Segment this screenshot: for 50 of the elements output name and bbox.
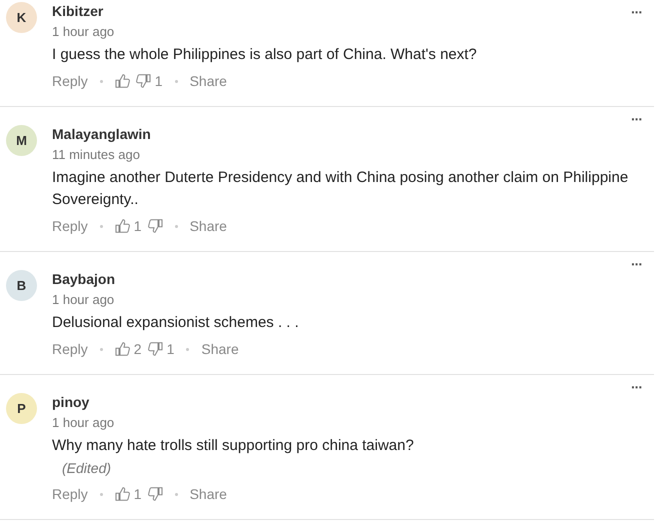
thumbs-down-icon	[148, 341, 163, 357]
dislike-button[interactable]	[148, 218, 163, 234]
reply-link[interactable]: Reply	[52, 215, 88, 237]
share-link[interactable]: Share	[190, 70, 227, 92]
avatar: M	[6, 125, 37, 156]
like-button[interactable]: 1	[114, 215, 142, 237]
reply-link[interactable]: Reply	[52, 483, 88, 505]
thumbs-up-icon	[114, 341, 130, 357]
thumbs-up-icon	[114, 73, 130, 89]
comment-text: Imagine another Duterte Presidency and with China posing another claim on Philippine Sovereignty..	[52, 168, 630, 210]
timestamp: 11 minutes ago	[52, 146, 140, 164]
dislike-button[interactable]: 1	[136, 70, 163, 92]
share-link[interactable]: Share	[190, 215, 227, 237]
author-name: pinoy	[52, 393, 90, 411]
avatar: B	[6, 270, 37, 301]
author-name: Kibitzer	[52, 2, 104, 20]
comment-text: Why many hate trolls still supporting pro china taiwan?	[52, 436, 415, 456]
thumbs-up-icon	[114, 218, 130, 234]
thumbs-up-icon	[114, 486, 130, 502]
dislike-count: 1	[166, 340, 174, 359]
timestamp: 1 hour ago	[52, 291, 114, 309]
thumbs-down-icon	[148, 218, 163, 234]
timestamp: 1 hour ago	[52, 23, 114, 41]
share-link[interactable]: Share	[190, 483, 227, 505]
avatar: K	[6, 2, 37, 33]
reply-link[interactable]: Reply	[52, 70, 88, 92]
dislike-count: 1	[154, 72, 163, 91]
more-options-button[interactable]: ···	[631, 111, 642, 127]
avatar: P	[6, 393, 37, 424]
more-options-button[interactable]: ···	[631, 379, 642, 395]
like-count: 1	[134, 217, 142, 236]
reply-link[interactable]: Reply	[52, 338, 88, 360]
comment-text: Delusional expansionist schemes . . .	[52, 313, 300, 333]
like-button[interactable]: 1	[114, 483, 142, 505]
dislike-button[interactable]: 1	[148, 338, 174, 360]
timestamp: 1 hour ago	[52, 414, 114, 432]
more-options-button[interactable]: ···	[631, 4, 642, 20]
thumbs-down-icon	[136, 73, 151, 89]
like-count: 1	[134, 485, 142, 504]
author-name: Malayanglawin	[52, 125, 151, 143]
comment-text: I guess the whole Philippines is also part of China. What's next?	[52, 45, 478, 65]
author-name: Baybajon	[52, 270, 116, 288]
thumbs-down-icon	[148, 486, 163, 502]
edited-label: (Edited)	[62, 459, 112, 478]
like-button[interactable]: 2	[114, 338, 142, 360]
like-button[interactable]	[114, 73, 130, 89]
more-options-button[interactable]: ···	[631, 256, 642, 272]
dislike-button[interactable]	[148, 486, 163, 502]
like-count: 2	[134, 340, 142, 359]
share-link[interactable]: Share	[201, 338, 239, 360]
